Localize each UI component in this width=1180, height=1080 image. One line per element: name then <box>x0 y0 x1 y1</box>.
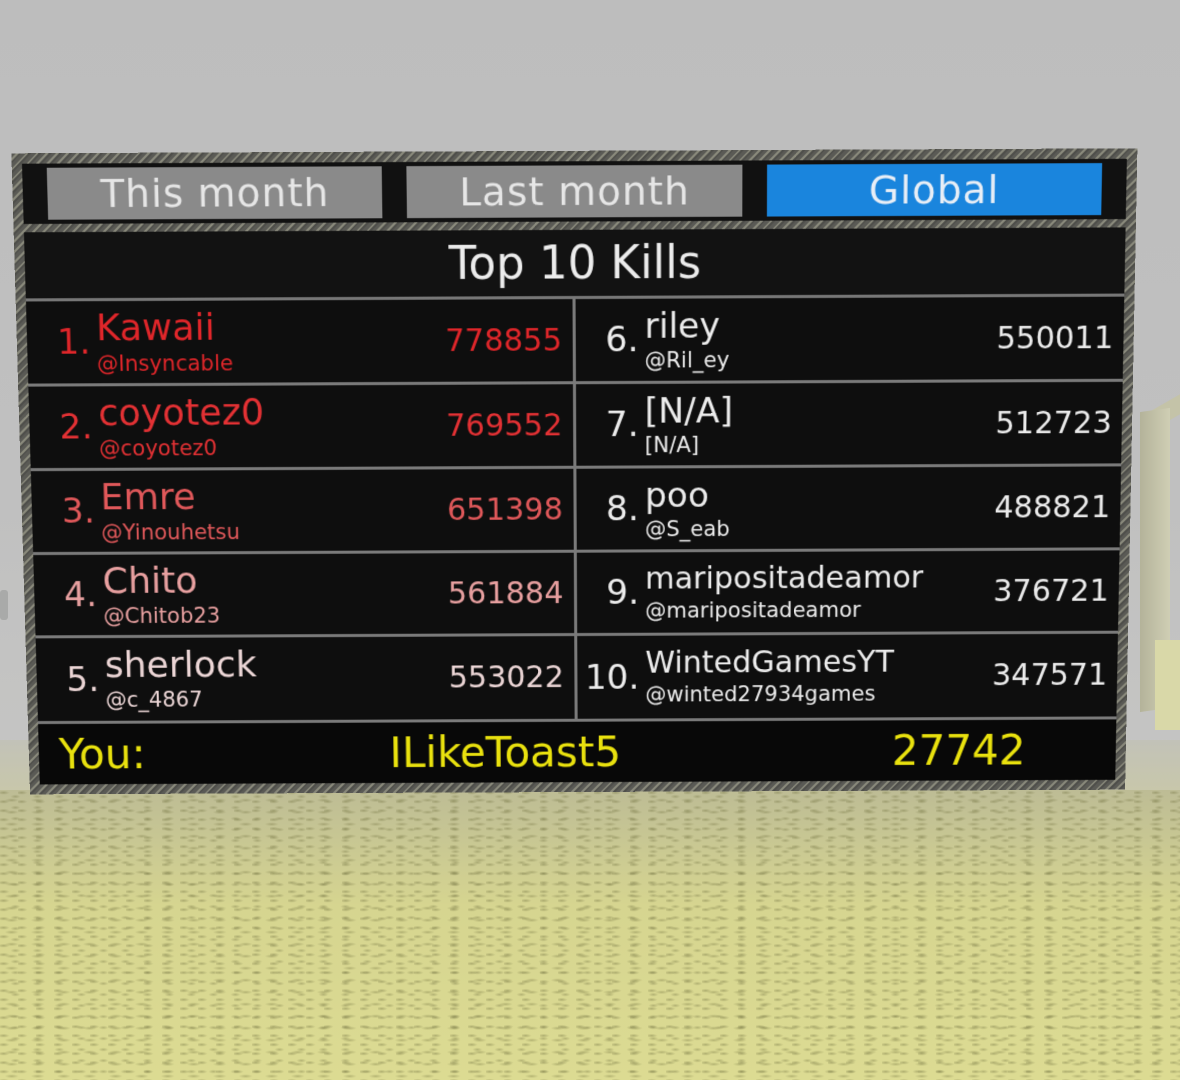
leaderboard-row: 2. coyotez0 @coyotez0 769552 <box>28 384 573 472</box>
player-names: maripositadeamor @maripositadeamor <box>645 559 993 623</box>
tab-last-month[interactable]: Last month <box>406 164 743 219</box>
leaderboard-row: 4. Chito @Chitob23 561884 <box>33 552 574 639</box>
player-names: Emre @Yinouhetsu <box>99 476 447 545</box>
leaderboard-panel: Top 10 Kills 1. Kawaii @Insyncable 77885… <box>23 227 1126 785</box>
leaderboard-title: Top 10 Kills <box>23 227 1126 302</box>
display-name: maripositadeamor <box>645 559 924 597</box>
display-name: poo <box>644 474 709 516</box>
leaderboard-row: 10. WintedGamesYT @winted27934games 3475… <box>576 633 1118 719</box>
display-name: WintedGamesYT <box>645 644 895 681</box>
display-name: sherlock <box>104 644 258 686</box>
username: @Chitob23 <box>103 603 221 628</box>
player-names: Chito @Chitob23 <box>102 559 448 628</box>
player-names: Kawaii @Insyncable <box>95 306 446 376</box>
leaderboard-row: 7. [N/A] [N/A] 512723 <box>575 381 1123 469</box>
your-rank-row: You: ILikeToast5 27742 <box>37 716 1117 785</box>
kill-count: 376721 <box>992 573 1110 609</box>
username: @maripositadeamor <box>645 597 861 623</box>
rank-number: 2. <box>58 406 94 448</box>
username: @Insyncable <box>96 350 234 376</box>
kill-count: 778855 <box>444 322 563 359</box>
player-names: WintedGamesYT @winted27934games <box>645 644 992 707</box>
rank-number: 9. <box>606 572 640 613</box>
kill-count: 561884 <box>447 575 564 612</box>
username: @S_eab <box>644 516 730 541</box>
leaderboard-row: 1. Kawaii @Insyncable 778855 <box>25 299 573 387</box>
display-name: riley <box>644 305 721 347</box>
username: @c_4867 <box>105 687 203 712</box>
leaderboard-row: 3. Emre @Yinouhetsu 651398 <box>30 468 574 556</box>
rank-number: 5. <box>65 659 100 700</box>
username: [N/A] <box>644 432 700 457</box>
leaderboard-board: This month Last month Global Top 10 Kill… <box>11 148 1138 795</box>
kill-count: 553022 <box>448 660 564 696</box>
display-name: Kawaii <box>95 306 216 349</box>
kill-count: 512723 <box>995 404 1113 442</box>
rank-number: 3. <box>61 491 96 532</box>
username: @Ril_ey <box>644 347 730 373</box>
your-username: ILikeToast5 <box>389 727 622 778</box>
rank-number: 10. <box>584 657 640 698</box>
rank-number: 4. <box>63 574 98 616</box>
display-name: [N/A] <box>644 390 733 432</box>
rank-number: 8. <box>605 488 639 530</box>
kill-count: 651398 <box>446 491 564 528</box>
kill-count: 347571 <box>991 657 1108 694</box>
tab-global[interactable]: Global <box>766 163 1103 217</box>
leaderboard-row: 9. maripositadeamor @maripositadeamor 37… <box>576 550 1120 637</box>
username: @coyotez0 <box>98 435 218 461</box>
leaderboard-row: 6. riley @Ril_ey 550011 <box>575 296 1125 385</box>
your-kill-count: 27742 <box>891 725 1026 775</box>
player-names: riley @Ril_ey <box>644 305 997 373</box>
tab-this-month[interactable]: This month <box>46 166 383 220</box>
leaderboard-grid: 1. Kawaii @Insyncable 778855 2. coyotez0… <box>25 296 1125 722</box>
leaderboard-column-left: 1. Kawaii @Insyncable 778855 2. coyotez0… <box>25 299 578 722</box>
you-label: You: <box>58 729 147 779</box>
player-names: sherlock @c_4867 <box>104 644 449 712</box>
leaderboard-row: 5. sherlock @c_4867 553022 <box>35 636 575 722</box>
kill-count: 769552 <box>445 407 563 444</box>
display-name: Emre <box>99 476 197 518</box>
leaderboard-row: 8. poo @S_eab 488821 <box>575 466 1122 553</box>
rank-number: 7. <box>605 404 639 446</box>
leaderboard-column-right: 6. riley @Ril_ey 550011 7. [N/A] [N/A] 5… <box>575 296 1125 719</box>
rank-number: 1. <box>56 321 91 363</box>
rank-number: 6. <box>605 319 639 361</box>
kill-count: 488821 <box>994 489 1111 526</box>
player-names: coyotez0 @coyotez0 <box>97 391 447 461</box>
kill-count: 550011 <box>996 319 1114 357</box>
display-name: coyotez0 <box>97 391 265 434</box>
player-names: poo @S_eab <box>644 474 995 541</box>
username: @Yinouhetsu <box>100 519 241 545</box>
username: @winted27934games <box>645 681 876 707</box>
tab-bar: This month Last month Global <box>21 158 1127 224</box>
player-names: [N/A] [N/A] <box>644 390 996 457</box>
display-name: Chito <box>102 559 198 602</box>
